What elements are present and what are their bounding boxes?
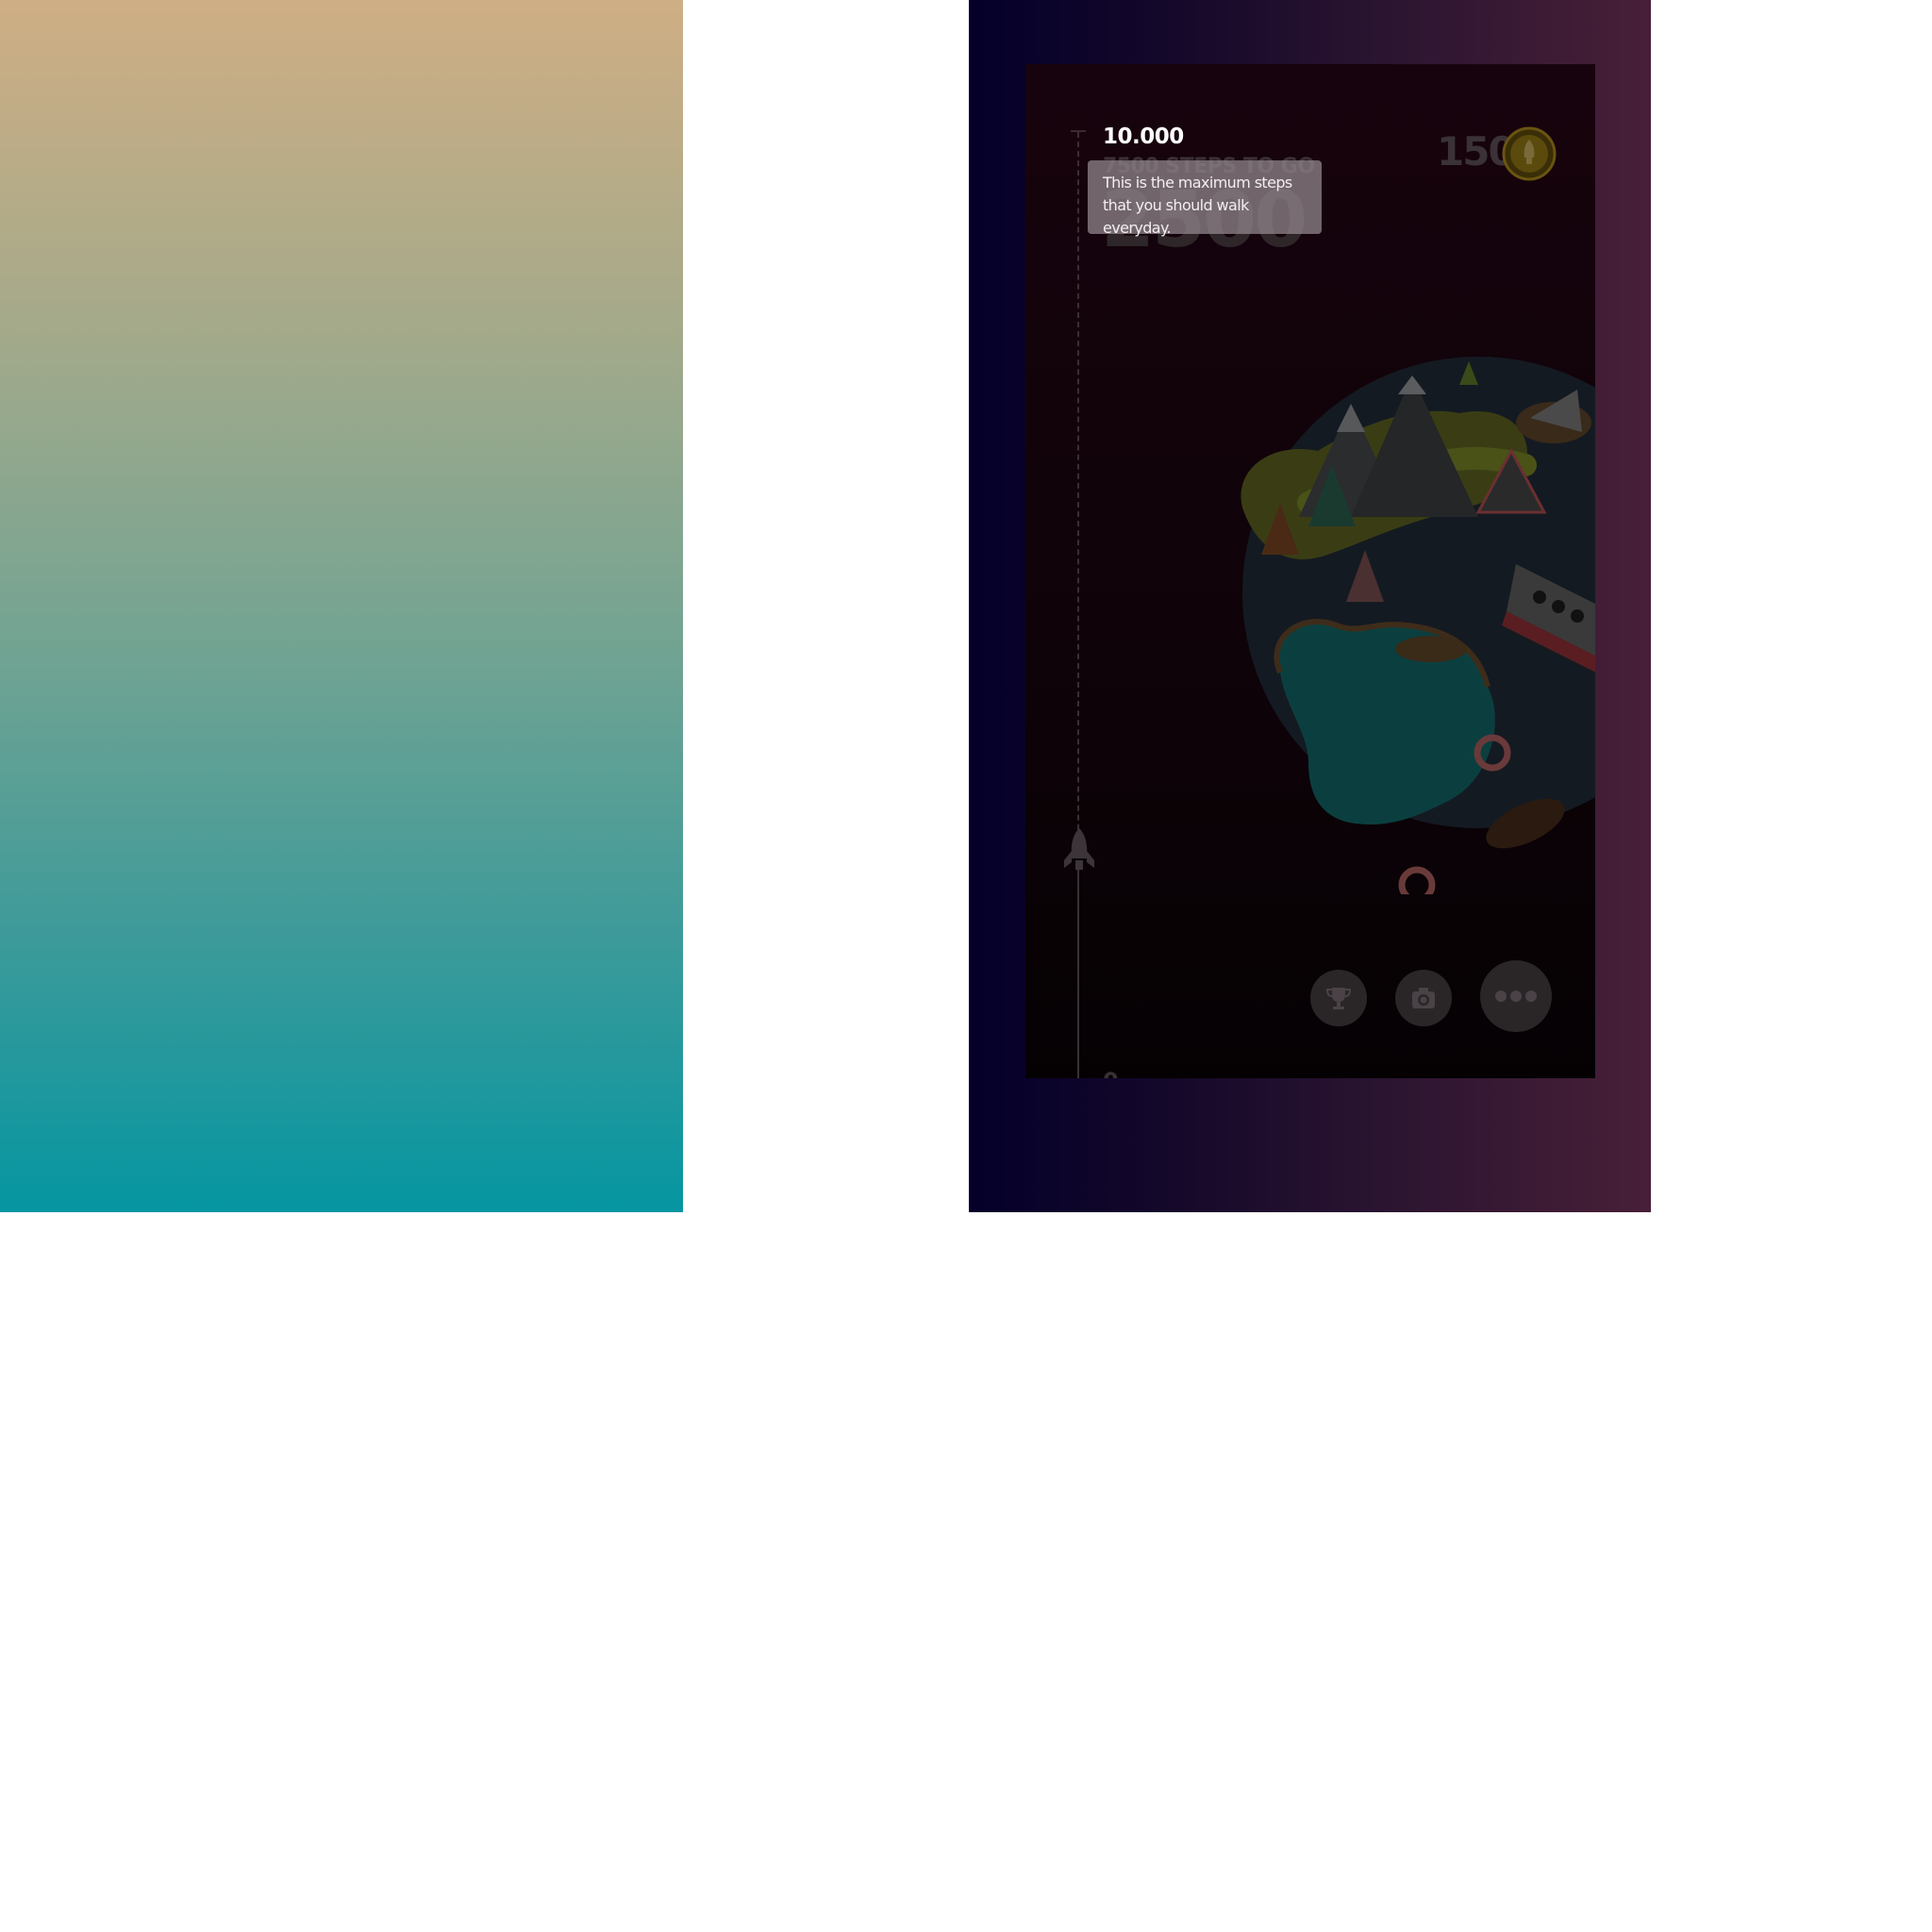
rocket-icon xyxy=(1064,828,1094,870)
more-icon xyxy=(1495,991,1537,1002)
sandbar xyxy=(1395,636,1467,662)
camera-button[interactable] xyxy=(1395,970,1452,1026)
ship-porthole xyxy=(1533,591,1546,604)
ship-porthole xyxy=(1552,600,1565,613)
max-steps-tooltip[interactable]: This is the maximum steps that you shoul… xyxy=(1088,160,1322,237)
more-button[interactable] xyxy=(1480,960,1552,1032)
canvas: 10.000 7500 STEPS TO GO 2500 This is the… xyxy=(0,0,1932,1932)
life-ring xyxy=(1398,866,1436,894)
trophy-button[interactable] xyxy=(1310,970,1367,1026)
min-steps-label: 0 xyxy=(1103,1068,1119,1078)
gradient-background-panel xyxy=(0,0,683,1212)
app-screen: 10.000 7500 STEPS TO GO 2500 This is the… xyxy=(1025,64,1595,1078)
tooltip-text: This is the maximum steps that you shoul… xyxy=(1103,174,1292,237)
max-steps-label: 10.000 xyxy=(1103,125,1184,149)
progress-track-remaining xyxy=(1077,132,1079,887)
coin-icon[interactable] xyxy=(1502,126,1557,181)
ship-porthole xyxy=(1571,609,1584,623)
progress-track-walked xyxy=(1077,866,1079,1078)
trophy-icon xyxy=(1325,988,1352,1009)
camera-icon xyxy=(1412,988,1435,1008)
planet-illustration xyxy=(1241,357,1595,894)
phone-frame: 10.000 7500 STEPS TO GO 2500 This is the… xyxy=(969,0,1651,1212)
